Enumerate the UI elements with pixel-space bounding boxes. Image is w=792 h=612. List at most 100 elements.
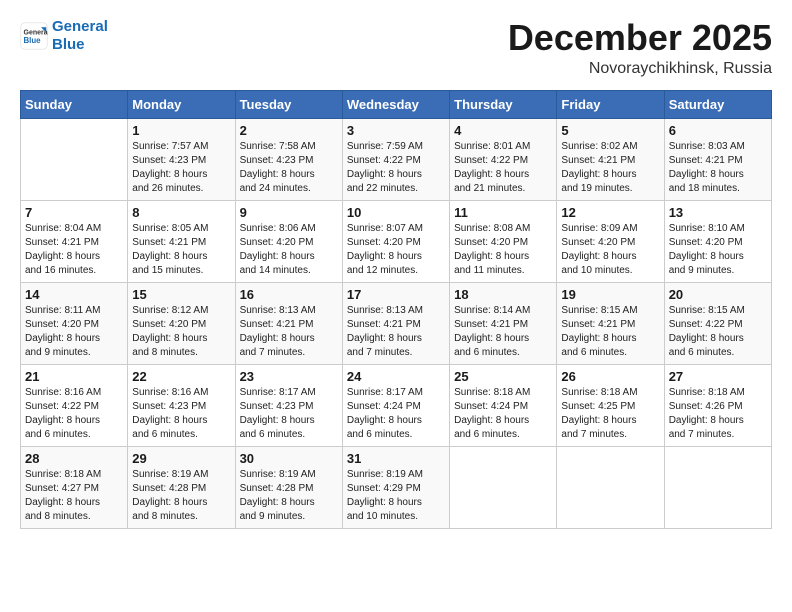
day-info: Sunrise: 8:15 AM Sunset: 4:21 PM Dayligh… [561,304,659,360]
calendar-cell: 16 Sunrise: 8:13 AM Sunset: 4:21 PM Dayli… [235,282,342,364]
day-info: Sunrise: 8:09 AM Sunset: 4:20 PM Dayligh… [561,222,659,278]
day-info: Sunrise: 8:18 AM Sunset: 4:26 PM Dayligh… [669,386,767,442]
weekday-header: Sunday [21,90,128,118]
day-info: Sunrise: 8:10 AM Sunset: 4:20 PM Dayligh… [669,222,767,278]
day-number: 18 [454,287,552,302]
weekday-header: Friday [557,90,664,118]
calendar-cell: 6Sunrise: 8:03 AM Sunset: 4:21 PM Daylig… [664,118,771,200]
day-number: 25 [454,369,552,384]
month-title: December 2025 [508,18,772,58]
day-info: Sunrise: 8:19 AM Sunset: 4:29 PM Dayligh… [347,468,445,524]
calendar-cell: 27Sunrise: 8:18 AM Sunset: 4:26 PM Dayli… [664,364,771,446]
calendar-cell: 29 Sunrise: 8:19 AM Sunset: 4:28 PM Dayli… [128,446,235,528]
day-number: 26 [561,369,659,384]
day-number: 14 [25,287,123,302]
day-info: Sunrise: 8:06 AM Sunset: 4:20 PM Dayligh… [240,222,338,278]
calendar-cell: 26 Sunrise: 8:18 AM Sunset: 4:25 PM Dayli… [557,364,664,446]
day-number: 11 [454,205,552,220]
calendar-cell: 28 Sunrise: 8:18 AM Sunset: 4:27 PM Dayli… [21,446,128,528]
calendar-cell: 8Sunrise: 8:05 AM Sunset: 4:21 PM Daylig… [128,200,235,282]
calendar-cell: 23 Sunrise: 8:17 AM Sunset: 4:23 PM Dayli… [235,364,342,446]
day-number: 10 [347,205,445,220]
day-info: Sunrise: 8:18 AM Sunset: 4:24 PM Dayligh… [454,386,552,442]
day-number: 5 [561,123,659,138]
day-info: Sunrise: 8:18 AM Sunset: 4:25 PM Dayligh… [561,386,659,442]
day-info: Sunrise: 8:18 AM Sunset: 4:27 PM Dayligh… [25,468,123,524]
day-info: Sunrise: 8:14 AM Sunset: 4:21 PM Dayligh… [454,304,552,360]
day-info: Sunrise: 7:58 AM Sunset: 4:23 PM Dayligh… [240,140,338,196]
calendar-cell: 18 Sunrise: 8:14 AM Sunset: 4:21 PM Dayli… [450,282,557,364]
day-number: 29 [132,451,230,466]
calendar-cell: 1 Sunrise: 7:57 AM Sunset: 4:23 PM Daylig… [128,118,235,200]
day-info: Sunrise: 8:13 AM Sunset: 4:21 PM Dayligh… [347,304,445,360]
weekday-header: Wednesday [342,90,449,118]
calendar-cell: 5 Sunrise: 8:02 AM Sunset: 4:21 PM Daylig… [557,118,664,200]
day-number: 4 [454,123,552,138]
calendar-cell: 7 Sunrise: 8:04 AM Sunset: 4:21 PM Daylig… [21,200,128,282]
day-number: 9 [240,205,338,220]
day-info: Sunrise: 7:59 AM Sunset: 4:22 PM Dayligh… [347,140,445,196]
calendar-cell: 11 Sunrise: 8:08 AM Sunset: 4:20 PM Dayli… [450,200,557,282]
weekday-header: Thursday [450,90,557,118]
day-number: 16 [240,287,338,302]
title-block: December 2025 Novoraychikhinsk, Russia [508,18,772,78]
header: General Blue GeneralBlue December 2025 N… [20,18,772,78]
calendar-cell: 25 Sunrise: 8:18 AM Sunset: 4:24 PM Dayli… [450,364,557,446]
location: Novoraychikhinsk, Russia [508,60,772,78]
day-number: 2 [240,123,338,138]
calendar-cell: 15 Sunrise: 8:12 AM Sunset: 4:20 PM Dayli… [128,282,235,364]
calendar-cell: 24 Sunrise: 8:17 AM Sunset: 4:24 PM Dayli… [342,364,449,446]
day-number: 24 [347,369,445,384]
day-number: 15 [132,287,230,302]
calendar-cell [450,446,557,528]
calendar-cell: 20 Sunrise: 8:15 AM Sunset: 4:22 PM Dayli… [664,282,771,364]
calendar-cell [557,446,664,528]
day-info: Sunrise: 8:12 AM Sunset: 4:20 PM Dayligh… [132,304,230,360]
calendar-cell: 9 Sunrise: 8:06 AM Sunset: 4:20 PM Daylig… [235,200,342,282]
day-number: 13 [669,205,767,220]
day-info: Sunrise: 8:03 AM Sunset: 4:21 PM Dayligh… [669,140,767,196]
calendar-cell: 14Sunrise: 8:11 AM Sunset: 4:20 PM Dayli… [21,282,128,364]
svg-text:Blue: Blue [24,36,42,45]
day-info: Sunrise: 8:08 AM Sunset: 4:20 PM Dayligh… [454,222,552,278]
calendar-week-row: 14Sunrise: 8:11 AM Sunset: 4:20 PM Dayli… [21,282,772,364]
day-number: 21 [25,369,123,384]
day-number: 17 [347,287,445,302]
day-info: Sunrise: 8:13 AM Sunset: 4:21 PM Dayligh… [240,304,338,360]
day-number: 30 [240,451,338,466]
weekday-header: Tuesday [235,90,342,118]
day-number: 31 [347,451,445,466]
calendar-cell: 2 Sunrise: 7:58 AM Sunset: 4:23 PM Daylig… [235,118,342,200]
day-info: Sunrise: 8:04 AM Sunset: 4:21 PM Dayligh… [25,222,123,278]
day-number: 7 [25,205,123,220]
day-info: Sunrise: 8:07 AM Sunset: 4:20 PM Dayligh… [347,222,445,278]
day-info: Sunrise: 8:17 AM Sunset: 4:23 PM Dayligh… [240,386,338,442]
day-info: Sunrise: 8:19 AM Sunset: 4:28 PM Dayligh… [132,468,230,524]
day-number: 12 [561,205,659,220]
day-info: Sunrise: 8:15 AM Sunset: 4:22 PM Dayligh… [669,304,767,360]
calendar-cell: 3Sunrise: 7:59 AM Sunset: 4:22 PM Daylig… [342,118,449,200]
page-container: General Blue GeneralBlue December 2025 N… [0,0,792,539]
day-number: 20 [669,287,767,302]
day-number: 23 [240,369,338,384]
logo-text: GeneralBlue [52,18,108,54]
day-info: Sunrise: 8:16 AM Sunset: 4:22 PM Dayligh… [25,386,123,442]
calendar-week-row: 21 Sunrise: 8:16 AM Sunset: 4:22 PM Dayli… [21,364,772,446]
day-number: 28 [25,451,123,466]
logo: General Blue GeneralBlue [20,18,108,54]
calendar-cell [21,118,128,200]
day-number: 1 [132,123,230,138]
day-info: Sunrise: 8:16 AM Sunset: 4:23 PM Dayligh… [132,386,230,442]
calendar-cell: 12 Sunrise: 8:09 AM Sunset: 4:20 PM Dayli… [557,200,664,282]
day-info: Sunrise: 8:05 AM Sunset: 4:21 PM Dayligh… [132,222,230,278]
calendar-cell: 19Sunrise: 8:15 AM Sunset: 4:21 PM Dayli… [557,282,664,364]
weekday-header: Saturday [664,90,771,118]
calendar-cell: 30Sunrise: 8:19 AM Sunset: 4:28 PM Dayli… [235,446,342,528]
day-info: Sunrise: 8:01 AM Sunset: 4:22 PM Dayligh… [454,140,552,196]
day-info: Sunrise: 8:02 AM Sunset: 4:21 PM Dayligh… [561,140,659,196]
calendar-cell: 31 Sunrise: 8:19 AM Sunset: 4:29 PM Dayli… [342,446,449,528]
day-info: Sunrise: 7:57 AM Sunset: 4:23 PM Dayligh… [132,140,230,196]
calendar-cell: 22Sunrise: 8:16 AM Sunset: 4:23 PM Dayli… [128,364,235,446]
day-info: Sunrise: 8:17 AM Sunset: 4:24 PM Dayligh… [347,386,445,442]
calendar-cell [664,446,771,528]
